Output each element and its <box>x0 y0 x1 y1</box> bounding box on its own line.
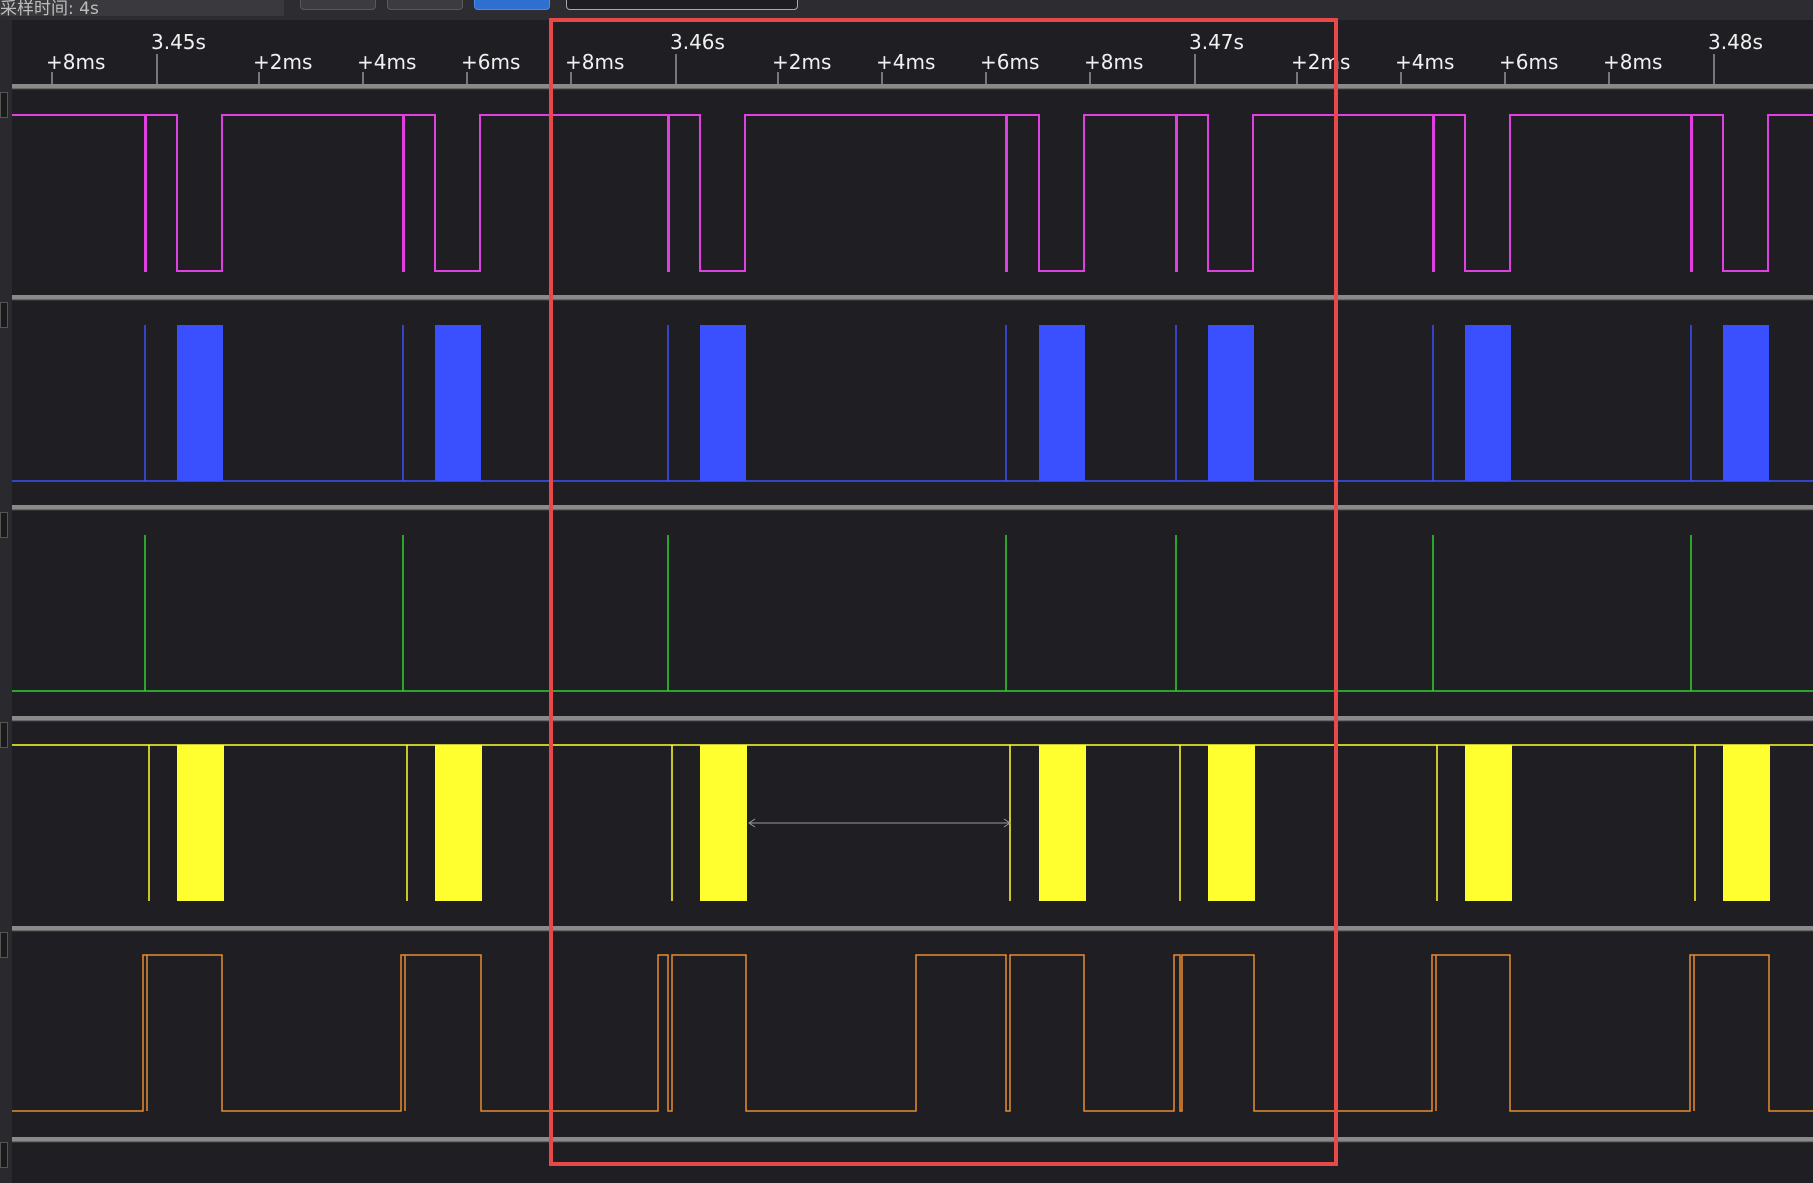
minor-tick-label: +4ms <box>357 50 416 74</box>
major-tick-label: 3.48s <box>1708 30 1763 54</box>
channel-4-burst <box>1208 745 1255 901</box>
measure-arrow <box>748 818 1011 828</box>
channel-2-burst <box>435 325 481 481</box>
channel-2-burst <box>1465 325 1511 481</box>
channel-2-burst <box>1039 325 1085 481</box>
channel-separator <box>12 716 1813 721</box>
minor-tick-label: +6ms <box>461 50 520 74</box>
channel-separator <box>12 926 1813 931</box>
channel-2-burst <box>700 325 746 481</box>
waveform-canvas[interactable]: 3.45s 3.46s 3.47s 3.48s +8ms +2ms +4ms +6ms +8ms… <box>0 0 1813 1183</box>
minor-tick-label: +8ms <box>1084 50 1143 74</box>
major-tick-label: 3.47s <box>1189 30 1244 54</box>
major-tick-label: 3.45s <box>151 30 206 54</box>
channel-separator <box>12 295 1813 300</box>
channel-2-burst <box>1723 325 1769 481</box>
minor-tick-label: +2ms <box>1291 50 1350 74</box>
minor-tick-label: +8ms <box>565 50 624 74</box>
minor-tick-label: +6ms <box>980 50 1039 74</box>
channel-5-wave <box>12 954 1813 1112</box>
channel-4-burst <box>700 745 747 901</box>
channel-2-burst <box>1208 325 1254 481</box>
channel-4-burst <box>177 745 224 901</box>
channel-4-burst <box>1723 745 1770 901</box>
time-ruler: 3.45s 3.46s 3.47s 3.48s +8ms +2ms +4ms +6ms +8ms… <box>12 20 1813 86</box>
minor-tick-label: +2ms <box>772 50 831 74</box>
minor-tick-label: +8ms <box>46 50 105 74</box>
channel-separator <box>12 84 1813 89</box>
channel-1-wave <box>12 114 1813 272</box>
minor-tick-label: +4ms <box>1395 50 1454 74</box>
channel-separator <box>12 1137 1813 1142</box>
channel-2-burst <box>177 325 223 481</box>
major-tick-label: 3.46s <box>670 30 725 54</box>
minor-tick-label: +6ms <box>1499 50 1558 74</box>
channel-4-burst <box>435 745 482 901</box>
channel-waveforms <box>12 114 1813 1112</box>
channel-separators <box>12 84 1813 1143</box>
minor-tick-label: +4ms <box>876 50 935 74</box>
channel-separator <box>12 505 1813 510</box>
channel-4-burst <box>1039 745 1086 901</box>
minor-tick-label: +2ms <box>253 50 312 74</box>
channel-4-burst <box>1465 745 1512 901</box>
minor-tick-label: +8ms <box>1603 50 1662 74</box>
